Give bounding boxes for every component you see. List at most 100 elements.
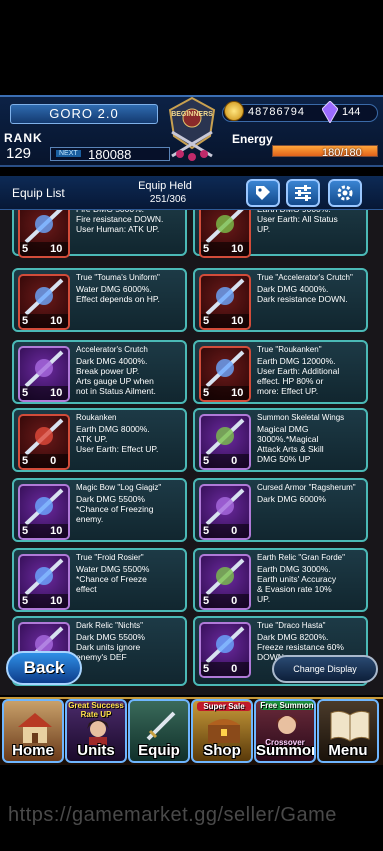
crystal-icon [322, 101, 338, 123]
equip-stars-level: 5 10 [20, 242, 68, 256]
equip-art-icon [24, 418, 64, 456]
nav-summon[interactable]: Free Summon Crossover Summon [254, 699, 316, 763]
settings-button[interactable] [328, 179, 362, 207]
coin-count: 48786794 [248, 106, 305, 118]
star-count: 5 [22, 315, 29, 327]
equip-name: Summon Skeletal Wings [257, 413, 345, 422]
equip-name: Cursed Armor "Ragsherum" [257, 483, 356, 492]
equip-description: Magical DMG 3000%.*Magical Attack Arts &… [257, 424, 324, 464]
units-badge: Great Success Rate UP [68, 701, 124, 719]
shop-badge: Super Sale [197, 702, 251, 711]
equip-description: Dark DMG 4000%. Break power UP. Arts gau… [76, 356, 156, 396]
equip-art-icon [24, 558, 64, 596]
equip-card[interactable]: 5 10 Fire DMG 5000%. Fire resistance DOWN.… [12, 210, 187, 258]
nav-home[interactable]: Home [2, 699, 64, 763]
equip-level: 10 [50, 525, 63, 537]
star-count: 5 [22, 525, 29, 537]
equip-name: Dark Relic "Nichts" [76, 621, 144, 630]
summon-portrait-icon [276, 716, 298, 734]
equip-art-icon [205, 418, 245, 456]
equip-art-icon [205, 488, 245, 526]
equip-art-icon [205, 558, 245, 596]
nav-menu[interactable]: Menu [317, 699, 379, 763]
equip-card[interactable]: 5 0 Roukanken Earth DMG 8000%. ATK UP. User… [12, 408, 187, 472]
equip-name: True "Touma's Uniform" [76, 273, 160, 282]
star-count: 5 [22, 387, 29, 399]
star-count: 5 [22, 455, 29, 467]
equip-thumbnail: 50 [18, 414, 70, 470]
equip-card[interactable]: 5 10 Magic Bow "Log Giagiz" Dark DMG 5500% … [12, 478, 187, 542]
equip-name: True "Draco Hasta" [257, 621, 326, 630]
equip-level: 10 [231, 387, 244, 399]
equip-card[interactable]: 5 10 Accelerator's Crutch Dark DMG 4000%. B… [12, 340, 187, 404]
sword-icon [146, 711, 176, 741]
equip-stars-level: 5 10 [20, 524, 68, 538]
equip-name: Roukanken [76, 413, 117, 422]
sort-button[interactable] [286, 179, 320, 207]
equip-stars-level: 5 10 [201, 314, 249, 328]
equip-level: 0 [231, 525, 238, 537]
crystal-count: 144 [342, 106, 361, 118]
equip-list-title: Equip List [12, 186, 65, 200]
nav-home-label: Home [12, 742, 54, 759]
equip-card[interactable]: 5 0 Earth Relic "Gran Forde" Earth DMG 3000… [193, 548, 368, 612]
equip-art-icon [24, 350, 64, 388]
equip-held-label: Equip Held [138, 180, 192, 192]
equip-name: Accelerator's Crutch [76, 345, 148, 354]
equip-level: 10 [231, 315, 244, 327]
tag-filter-button[interactable] [246, 179, 280, 207]
equip-stars-level: 50 [201, 662, 249, 676]
equip-description: Water DMG 6000%. Effect depends on HP. [76, 284, 160, 304]
nav-equip[interactable]: Equip [128, 699, 190, 763]
treasure-chest-icon [208, 719, 240, 743]
star-count: 5 [203, 387, 210, 399]
nav-shop-label: Shop [203, 742, 241, 759]
equip-description: Fire DMG 5000%. Fire resistance DOWN. Us… [76, 210, 164, 234]
equip-card[interactable]: 5 0 Summon Skeletal Wings Magical DMG 3000%… [193, 408, 368, 472]
equip-card[interactable]: 5 10 True "Froid Rosier" Water DMG 5500% *C… [12, 548, 187, 612]
equip-card[interactable]: 5 10 Earth DMG 9000%. User Earth: All Stat… [193, 210, 368, 258]
equip-held-value: 251/306 [149, 194, 187, 205]
star-count: 5 [203, 455, 210, 467]
tag-icon [256, 186, 270, 200]
equip-stars-level: 50 [201, 524, 249, 538]
equip-cards: 5 10 Fire DMG 5000%. Fire resistance DOWN.… [0, 210, 383, 695]
gear-icon [337, 185, 353, 201]
equip-art-icon [205, 350, 245, 388]
equip-thumbnail: 5 10 [18, 346, 70, 402]
equip-level: 0 [50, 455, 57, 467]
player-name[interactable]: GORO 2.0 [10, 104, 158, 124]
star-count: 5 [203, 663, 210, 675]
back-button[interactable]: Back [6, 651, 82, 685]
equip-art-icon [24, 278, 64, 316]
equip-name: True "Accelerator's Crutch" [257, 273, 353, 282]
nav-units[interactable]: Great Success Rate UP Units [65, 699, 127, 763]
watermark-url: https://gamemarket.gg/seller/Game [8, 804, 337, 826]
equip-description: Water DMG 5500% *Chance of Freeze effect [76, 564, 150, 594]
equip-card[interactable]: 5 0 Cursed Armor "Ragsherum" Dark DMG 6000% [193, 478, 368, 542]
equip-description: Earth DMG 12000%. User Earth: Additional… [257, 356, 340, 396]
star-count: 5 [203, 243, 210, 255]
beginners-banner: BEGINNERS [171, 111, 213, 118]
equip-card[interactable]: 5 10 True "Touma's Uniform" Water DMG 6000%… [12, 268, 187, 332]
equip-stars-level: 5 10 [20, 386, 68, 400]
equip-description: Earth DMG 3000%. Earth units' Accuracy &… [257, 564, 337, 604]
equip-art-icon [24, 210, 63, 244]
equip-thumbnail: 5 10 [18, 484, 70, 540]
equip-description: Dark DMG 4000%. Dark resistance DOWN. [257, 284, 348, 304]
house-icon [18, 713, 52, 743]
equip-stars-level: 5 10 [201, 242, 249, 256]
equip-card[interactable]: 5 10 True "Roukanken" Earth DMG 12000%. Use… [193, 340, 368, 404]
beginners-crest-icon[interactable] [166, 96, 218, 162]
equip-level: 10 [50, 315, 63, 327]
equip-level: 10 [50, 243, 63, 255]
star-count: 5 [22, 243, 29, 255]
equip-description: Dark DMG 6000% [257, 494, 326, 504]
equip-thumbnail: 5 10 [18, 274, 70, 330]
nav-menu-label: Menu [328, 742, 368, 759]
equip-thumbnail: 50 [199, 414, 251, 470]
equip-level: 10 [50, 595, 63, 607]
change-display-button[interactable]: Change Display [272, 655, 378, 683]
equip-card[interactable]: 5 10 True "Accelerator's Crutch" Dark DMG 4… [193, 268, 368, 332]
nav-shop[interactable]: Super Sale Shop [191, 699, 253, 763]
